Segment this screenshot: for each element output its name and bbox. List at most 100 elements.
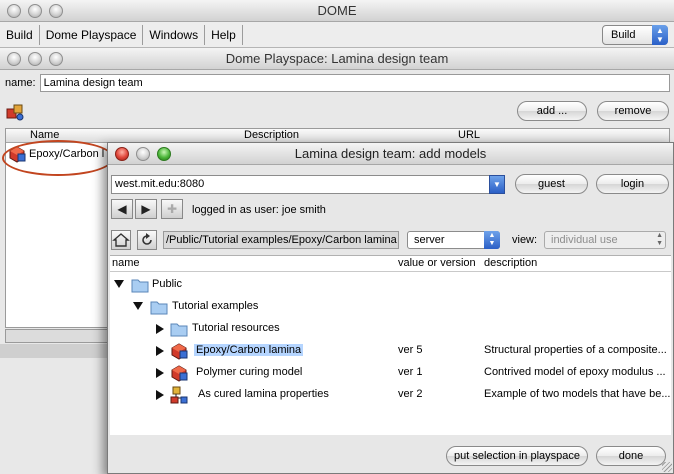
model-tree-table: name value or version description Public… (110, 255, 671, 435)
window-controls (7, 52, 63, 66)
disclosure-triangle-collapsed-icon[interactable] (156, 346, 164, 356)
zoom-button[interactable] (49, 4, 63, 18)
tree-item-label: Public (152, 278, 182, 290)
close-button[interactable] (7, 4, 21, 18)
remove-button[interactable]: remove (597, 101, 669, 121)
login-status: logged in as user: joe smith (192, 204, 326, 216)
column-description[interactable]: Description (244, 129, 299, 142)
minimize-button[interactable] (28, 52, 42, 66)
menu-dome-playspace[interactable]: Dome Playspace (40, 24, 144, 45)
put-selection-button[interactable]: put selection in playspace (446, 446, 588, 466)
column-version[interactable]: value or version (398, 256, 476, 271)
table-header: Name Description URL (6, 129, 669, 143)
zoom-button[interactable] (49, 52, 63, 66)
name-row: name: Lamina design team (5, 73, 670, 93)
disclosure-triangle-expanded-icon[interactable] (114, 280, 124, 288)
path-field[interactable]: /Public/Tutorial examples/Epoxy/Carbon l… (163, 231, 399, 249)
model-icon (171, 365, 188, 382)
tree-row-as-cured-lamina-properties[interactable]: As cured lamina properties ver 2 Example… (110, 384, 671, 406)
menu-help[interactable]: Help (205, 24, 243, 45)
window-title: Dome Playspace: Lamina design team (225, 51, 449, 66)
tree-item-description: Example of two models that have be... (484, 388, 670, 400)
folder-icon (150, 301, 168, 315)
login-button[interactable]: login (596, 174, 669, 194)
forward-arrow-icon: ▶ (141, 202, 151, 216)
view-label: view: (512, 234, 538, 246)
add-button[interactable]: add ... (517, 101, 587, 121)
integration-model-icon (170, 386, 188, 404)
location-select-value: server (414, 234, 445, 246)
disclosure-triangle-expanded-icon[interactable] (133, 302, 143, 310)
done-button[interactable]: done (596, 446, 666, 466)
updown-arrows-icon: ▲ ▼ (656, 232, 663, 247)
disclosure-triangle-collapsed-icon[interactable] (156, 390, 164, 400)
column-description[interactable]: description (484, 256, 537, 271)
updown-arrows-icon: ▲ ▼ (652, 25, 668, 45)
window-controls (115, 147, 171, 161)
zoom-button[interactable] (157, 147, 171, 161)
horizontal-scrollbar[interactable] (5, 329, 115, 343)
playspace-icon (6, 104, 24, 121)
tree-row-tutorial-resources[interactable]: Tutorial resources (110, 318, 671, 340)
tree-item-description: Contrived model of epoxy modulus ... (484, 366, 666, 378)
view-select[interactable]: individual use ▲ ▼ (544, 231, 666, 249)
location-select[interactable]: server ▲ ▼ (407, 231, 500, 249)
menu-windows[interactable]: Windows (143, 24, 206, 45)
menu-build[interactable]: Build (0, 24, 40, 45)
tree-item-version: ver 1 (398, 366, 423, 378)
name-field[interactable]: Lamina design team (39, 74, 670, 92)
playspace-titlebar[interactable]: Dome Playspace: Lamina design team (0, 48, 674, 70)
server-url-value: west.mit.edu:8080 (115, 178, 205, 190)
tree-item-label: As cured lamina properties (198, 388, 329, 400)
home-icon (112, 233, 130, 247)
tree-row-polymer-curing-model[interactable]: Polymer curing model ver 1 Contrived mod… (110, 362, 671, 384)
guest-button[interactable]: guest (515, 174, 588, 194)
window-title: DOME (317, 3, 357, 18)
name-label: name: (5, 77, 36, 89)
tree-row-epoxy-carbon-lamina[interactable]: Epoxy/Carbon lamina ver 5 Structural pro… (110, 340, 671, 362)
disclosure-triangle-collapsed-icon[interactable] (156, 368, 164, 378)
back-arrow-icon: ◀ (117, 202, 127, 216)
minimize-button[interactable] (28, 4, 42, 18)
column-url[interactable]: URL (458, 129, 480, 142)
dome-main-window: DOME Build Dome Playspace Windows Help B… (0, 0, 674, 48)
menubar: Build Dome Playspace Windows Help Build … (0, 22, 674, 48)
window-title: Lamina design team: add models (294, 146, 487, 161)
view-select-value: individual use (551, 234, 618, 246)
tree-item-label: Epoxy/Carbon lamina (194, 344, 304, 356)
add-models-dialog: Lamina design team: add models west.mit.… (107, 142, 674, 474)
dome-titlebar[interactable]: DOME (0, 0, 674, 22)
folder-icon (170, 323, 188, 337)
disclosure-triangle-collapsed-icon[interactable] (156, 324, 164, 334)
tree-row-public[interactable]: Public (110, 274, 671, 296)
refresh-icon (142, 233, 152, 245)
mode-select[interactable]: Build ▲ ▼ (602, 25, 668, 45)
tree-header: name value or version description (110, 256, 671, 272)
minimize-button[interactable] (136, 147, 150, 161)
tree-item-description: Structural properties of a composite... (484, 344, 667, 356)
column-name[interactable]: name (112, 256, 140, 271)
window-controls (7, 4, 63, 18)
close-button[interactable] (7, 52, 21, 66)
path-row: /Public/Tutorial examples/Epoxy/Carbon l… (111, 230, 671, 250)
add-folder-button[interactable]: ✚ (161, 199, 183, 219)
chevron-down-icon[interactable]: ▼ (489, 175, 505, 194)
tree-item-version: ver 5 (398, 344, 423, 356)
home-button[interactable] (111, 230, 131, 250)
server-url-combobox[interactable]: west.mit.edu:8080 ▼ (111, 175, 505, 194)
tree-row-tutorial-examples[interactable]: Tutorial examples (110, 296, 671, 318)
dialog-titlebar[interactable]: Lamina design team: add models (108, 143, 673, 165)
close-button[interactable] (115, 147, 129, 161)
back-button[interactable]: ◀ (111, 199, 133, 219)
tree-item-label: Tutorial examples (172, 300, 259, 312)
resize-grip-icon[interactable] (662, 462, 672, 472)
refresh-button[interactable] (137, 230, 157, 250)
forward-button[interactable]: ▶ (135, 199, 157, 219)
highlight-ellipse (2, 140, 114, 176)
tree-item-label: Tutorial resources (192, 322, 280, 334)
folder-icon (131, 279, 149, 293)
model-icon (171, 343, 188, 360)
updown-arrows-icon: ▲ ▼ (484, 231, 500, 249)
plus-icon: ✚ (166, 202, 178, 216)
mode-select-value: Build (611, 29, 636, 41)
